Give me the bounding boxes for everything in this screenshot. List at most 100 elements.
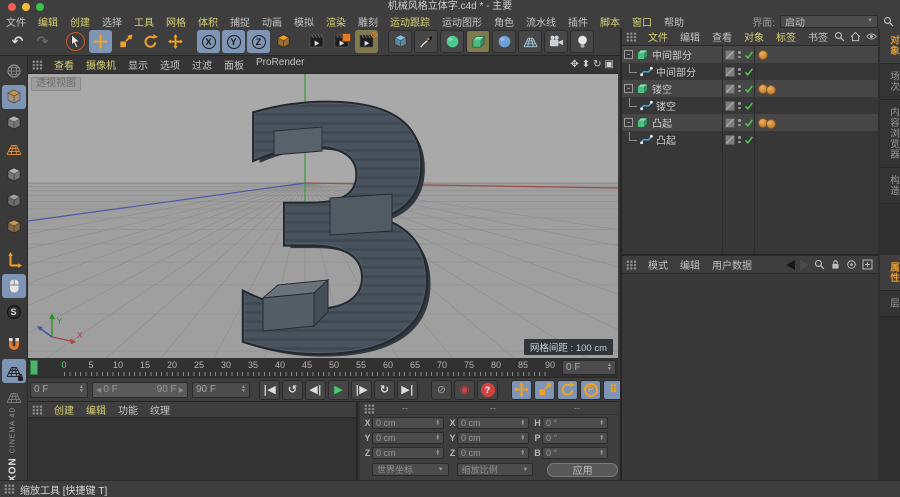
texture-mode-button[interactable] [2, 111, 26, 135]
timeline-frame-field[interactable]: 0 F [562, 360, 616, 375]
layer-toggle[interactable] [725, 66, 735, 77]
visibility-dots-icon[interactable] [738, 136, 741, 143]
side-tab[interactable]: 对象 [880, 28, 900, 64]
menu-item[interactable]: 功能 [112, 402, 144, 417]
light-button[interactable] [570, 30, 594, 53]
prev-frame-button[interactable]: ◀| [305, 379, 326, 400]
timeline-playhead[interactable] [30, 360, 38, 375]
spinner-icon[interactable] [241, 386, 246, 392]
home-icon[interactable] [850, 31, 861, 42]
viewport-canvas[interactable]: 3 3 3 3 3 Y X 透视视图 网格间距: 100 cm [28, 74, 618, 358]
spinner-icon[interactable] [436, 435, 440, 440]
transform-mode-dropdown[interactable]: 世界坐标 [372, 463, 449, 476]
menu-item[interactable]: 角色 [488, 14, 520, 29]
layer-toggle[interactable] [725, 49, 735, 60]
deformers-button[interactable] [492, 30, 516, 53]
undo-button[interactable]: ↶ [6, 30, 29, 53]
spinner-icon[interactable] [607, 364, 612, 370]
menu-item[interactable]: 选项 [154, 57, 186, 72]
render-region-button[interactable] [330, 30, 353, 53]
menu-item[interactable]: 帮助 [658, 14, 690, 29]
play-reverse-button[interactable]: ↺ [282, 379, 303, 400]
edges-mode-button[interactable] [2, 189, 26, 213]
layer-toggle[interactable] [725, 134, 735, 145]
last-used-tool-button[interactable] [164, 30, 187, 53]
menu-item[interactable]: 对象 [738, 29, 770, 44]
spinner-icon[interactable] [521, 420, 525, 425]
generators-extrude-button[interactable] [466, 30, 490, 53]
tag-icon[interactable] [766, 85, 776, 95]
visibility-dots-icon[interactable] [738, 68, 741, 75]
menu-item[interactable]: 渲染 [320, 14, 352, 29]
spinner-icon[interactable] [79, 386, 84, 392]
apply-button[interactable]: 应用 [547, 462, 618, 477]
camera-button[interactable] [544, 30, 568, 53]
visibility-dots-icon[interactable] [738, 102, 741, 109]
menu-item[interactable]: 雕刻 [352, 14, 384, 29]
panel-grip-icon[interactable] [32, 404, 43, 415]
enabled-check-icon[interactable] [744, 118, 754, 128]
menu-item[interactable]: 查看 [48, 57, 80, 72]
model-mode-button[interactable] [1, 85, 26, 109]
snap-button[interactable] [2, 333, 26, 357]
material-list-area[interactable] [28, 418, 356, 480]
interface-dropdown[interactable]: 启动 [780, 14, 878, 29]
spinner-icon[interactable] [600, 435, 604, 440]
menu-item[interactable]: 工具 [128, 14, 160, 29]
menu-item[interactable]: 创建 [48, 402, 80, 417]
key-rotation-button[interactable] [557, 379, 578, 400]
panel-grip-icon[interactable] [626, 259, 637, 270]
object-row[interactable]: 凸起 [622, 131, 878, 148]
coord-value-field[interactable]: 0 cm [457, 432, 529, 444]
menu-item[interactable]: 插件 [562, 14, 594, 29]
rotate-view-icon[interactable]: ↻ [593, 59, 601, 70]
live-selection-button[interactable] [64, 30, 87, 53]
lock-y-axis-button[interactable]: Y [222, 30, 245, 53]
side-tab[interactable]: 属性 [880, 255, 900, 291]
menu-item[interactable]: 窗口 [626, 14, 658, 29]
menu-item[interactable]: 文件 [642, 29, 674, 44]
back-icon[interactable] [786, 259, 795, 270]
menu-item[interactable]: 过滤 [186, 57, 218, 72]
enabled-check-icon[interactable] [744, 67, 754, 77]
lock-icon[interactable] [830, 259, 841, 270]
plusbox-icon[interactable] [862, 259, 873, 270]
workplane-button[interactable] [2, 385, 26, 409]
spinner-icon[interactable] [436, 450, 440, 455]
lock-x-axis-button[interactable]: X [197, 30, 220, 53]
menu-item[interactable]: 标签 [770, 29, 802, 44]
visibility-dots-icon[interactable] [738, 119, 741, 126]
soft-selection-button[interactable]: S [2, 300, 26, 324]
coord-value-field[interactable]: 0 ° [542, 417, 608, 429]
spinner-icon[interactable] [600, 450, 604, 455]
spinner-icon[interactable] [521, 450, 525, 455]
current-frame-field[interactable]: 0 F [30, 381, 88, 398]
key-scale-button[interactable] [534, 379, 555, 400]
object-row[interactable]: 中间部分 [622, 63, 878, 80]
side-tab[interactable]: 构造 [880, 167, 900, 204]
scale-mode-dropdown[interactable]: 缩放比例 [456, 463, 534, 476]
play-loop-button[interactable]: ↻ [374, 379, 395, 400]
menu-item[interactable]: 用户数据 [706, 257, 758, 272]
play-forward-button[interactable]: ▶ [328, 379, 349, 400]
make-editable-button[interactable] [2, 59, 26, 83]
redo-button[interactable]: ↷ [31, 30, 54, 53]
tag-icon[interactable] [766, 119, 776, 129]
panel-grip-icon[interactable] [32, 59, 43, 70]
forward-icon[interactable] [800, 259, 809, 270]
menu-item[interactable]: 运动图形 [436, 14, 488, 29]
menu-item[interactable]: 编辑 [80, 402, 112, 417]
menu-item[interactable]: 选择 [96, 14, 128, 29]
eye-icon[interactable] [866, 31, 877, 42]
coord-value-field[interactable]: 0 cm [372, 447, 444, 459]
menu-item[interactable]: 网格 [160, 14, 192, 29]
target-icon[interactable] [846, 259, 857, 270]
coordinate-system-button[interactable] [272, 30, 295, 53]
menu-item[interactable]: 创建 [64, 14, 96, 29]
object-row[interactable]: 镂空 [622, 80, 878, 97]
layer-toggle[interactable] [725, 100, 735, 111]
pan-view-icon[interactable]: ✥ [570, 59, 578, 70]
coord-value-field[interactable]: 0 cm [457, 447, 529, 459]
menu-item[interactable]: 书签 [802, 29, 834, 44]
add-primitive-cube-button[interactable] [388, 30, 412, 53]
